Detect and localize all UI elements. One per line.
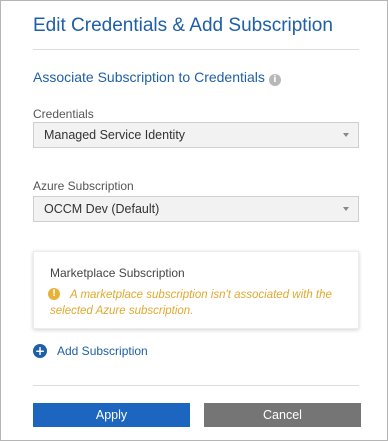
marketplace-warning-text: A marketplace subscription isn't associa… bbox=[50, 289, 332, 317]
add-subscription-link[interactable]: + Add Subscription bbox=[33, 343, 148, 359]
azure-subscription-select[interactable]: OCCM Dev (Default) bbox=[33, 196, 359, 222]
chevron-down-icon bbox=[343, 207, 349, 211]
title-divider bbox=[33, 49, 359, 50]
azure-subscription-label: Azure Subscription bbox=[33, 179, 134, 193]
plus-circle-icon: + bbox=[33, 344, 47, 358]
dialog-title: Edit Credentials & Add Subscription bbox=[33, 15, 333, 36]
marketplace-subscription-card: Marketplace Subscription ! A marketplace… bbox=[33, 251, 359, 329]
info-icon[interactable]: i bbox=[268, 74, 281, 86]
marketplace-subscription-title: Marketplace Subscription bbox=[50, 266, 185, 280]
apply-button[interactable]: Apply bbox=[33, 403, 190, 427]
edit-credentials-dialog: Edit Credentials & Add Subscription Asso… bbox=[0, 0, 388, 441]
azure-subscription-value: OCCM Dev (Default) bbox=[44, 202, 160, 216]
add-subscription-label: Add Subscription bbox=[57, 344, 148, 358]
footer-divider bbox=[33, 385, 359, 386]
chevron-down-icon bbox=[343, 133, 349, 137]
section-heading: Associate Subscription to Credentials i bbox=[33, 69, 281, 86]
credentials-label: Credentials bbox=[33, 107, 94, 121]
credentials-value: Managed Service Identity bbox=[44, 128, 186, 142]
section-heading-label: Associate Subscription to Credentials bbox=[33, 69, 265, 85]
credentials-select[interactable]: Managed Service Identity bbox=[33, 122, 359, 148]
cancel-button[interactable]: Cancel bbox=[204, 403, 361, 427]
